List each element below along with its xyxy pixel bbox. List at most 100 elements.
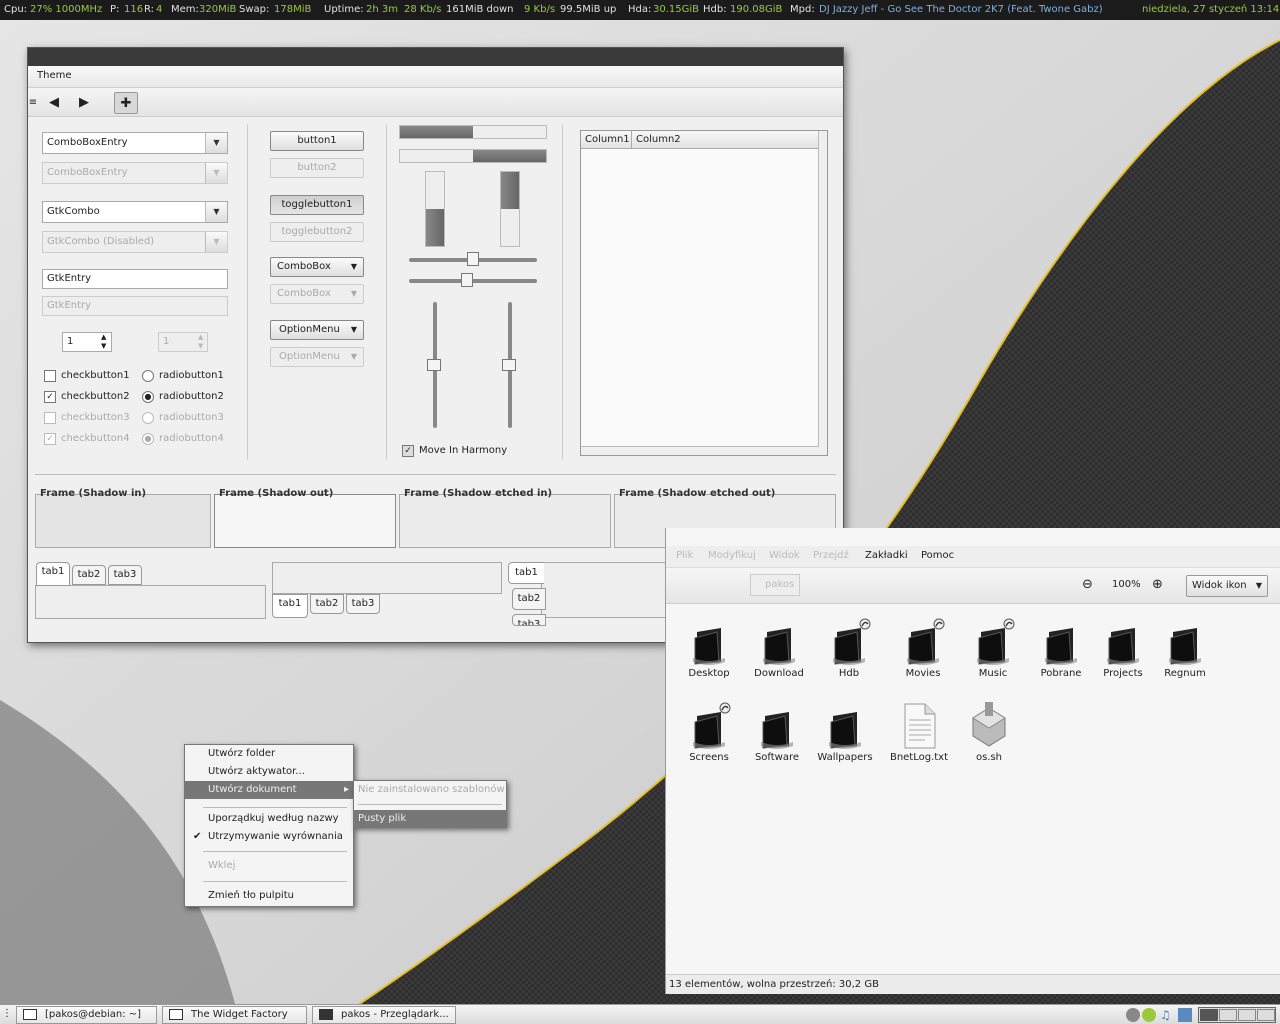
treeview[interactable]: Column1 Column2 bbox=[580, 130, 828, 456]
radio-selected-icon[interactable]: ● bbox=[142, 391, 154, 403]
tab-tab3[interactable]: tab3 bbox=[346, 594, 380, 614]
menu-przejdz[interactable]: Przejdź bbox=[813, 550, 849, 561]
slider-handle[interactable] bbox=[460, 273, 473, 287]
file-item[interactable]: Software bbox=[742, 702, 812, 763]
menu-item-keep-aligned[interactable]: ✔ Utrzymywanie wyrównania bbox=[185, 828, 353, 846]
file-item[interactable]: BnetLog.txt bbox=[884, 702, 954, 763]
task-widget-factory[interactable]: The Widget Factory bbox=[162, 1006, 307, 1024]
music-icon[interactable]: ♫ bbox=[1160, 1008, 1174, 1022]
workspace-3[interactable] bbox=[1238, 1009, 1256, 1021]
tab-tab3[interactable]: tab3 bbox=[108, 565, 142, 585]
file-item[interactable]: Wallpapers bbox=[810, 702, 880, 763]
chevron-down-icon[interactable]: ▼ bbox=[351, 321, 357, 339]
slider-handle[interactable] bbox=[427, 359, 441, 371]
file-item[interactable]: Download bbox=[744, 618, 814, 679]
move-in-harmony-check[interactable]: ✓ Move In Harmony bbox=[402, 444, 507, 458]
file-item[interactable]: Hdb bbox=[814, 618, 884, 679]
hscale-1[interactable] bbox=[409, 252, 537, 266]
volume-icon[interactable] bbox=[1178, 1008, 1192, 1022]
radiobutton2[interactable]: ● radiobutton2 bbox=[142, 390, 224, 404]
task-file-browser[interactable]: pakos - Przeglądark... bbox=[312, 1006, 456, 1024]
tab-tab2[interactable]: tab2 bbox=[310, 594, 344, 614]
back-icon[interactable]: ◀ bbox=[42, 92, 66, 114]
chevron-down-icon[interactable]: ▼ bbox=[351, 258, 357, 276]
optionmenu-text[interactable]: OptionMenu bbox=[279, 324, 340, 335]
checkbutton2[interactable]: ✓ checkbutton2 bbox=[44, 390, 130, 404]
file-item[interactable]: Screens bbox=[674, 702, 744, 763]
gtkcombo-text[interactable]: GtkCombo bbox=[47, 206, 100, 217]
slider-handle[interactable] bbox=[502, 359, 516, 371]
checkbox-checked-icon[interactable]: ✓ bbox=[402, 445, 414, 457]
comboboxentry-text[interactable]: ComboBoxEntry bbox=[47, 137, 128, 148]
file-item[interactable]: os.sh bbox=[954, 702, 1024, 763]
workspace-pager[interactable] bbox=[1198, 1007, 1276, 1023]
update-icon[interactable] bbox=[1142, 1008, 1156, 1022]
combobox-text[interactable]: ComboBox bbox=[277, 261, 331, 272]
gtkentry[interactable]: GtkEntry bbox=[42, 269, 228, 289]
vscale-2[interactable] bbox=[502, 302, 516, 428]
togglebutton1[interactable]: togglebutton1 bbox=[270, 195, 364, 215]
menu-item-create-document[interactable]: Utwórz dokument ▸ bbox=[185, 781, 353, 799]
handle-icon[interactable]: ≡ bbox=[28, 92, 38, 114]
menu-theme[interactable]: Theme bbox=[37, 70, 72, 81]
window-titlebar[interactable] bbox=[28, 48, 843, 66]
chevron-down-icon[interactable]: ▼ bbox=[205, 202, 227, 222]
zoom-out-icon[interactable]: ⊖ bbox=[1082, 577, 1093, 592]
text-file-icon bbox=[904, 703, 936, 749]
optionmenu[interactable]: OptionMenu ▼ bbox=[270, 320, 364, 340]
workspace-4[interactable] bbox=[1257, 1009, 1275, 1021]
zoom-in-icon[interactable]: ⊕ bbox=[1152, 577, 1163, 592]
add-icon[interactable]: ✚ bbox=[114, 92, 138, 114]
radiobutton1[interactable]: radiobutton1 bbox=[142, 369, 224, 383]
gtkcombo[interactable]: GtkCombo ▼ bbox=[42, 201, 228, 223]
tab-tab1[interactable]: tab1 bbox=[272, 594, 308, 618]
forward-icon[interactable]: ▶ bbox=[72, 92, 96, 114]
workspace-1[interactable] bbox=[1200, 1009, 1218, 1021]
button1[interactable]: button1 bbox=[270, 131, 364, 151]
file-item[interactable]: Desktop bbox=[674, 618, 744, 679]
file-item[interactable]: Movies bbox=[888, 618, 958, 679]
location-button[interactable]: pakos bbox=[750, 574, 800, 596]
file-item[interactable]: Regnum bbox=[1150, 618, 1220, 679]
file-item[interactable]: Pobrane bbox=[1026, 618, 1096, 679]
menu-item-create-folder[interactable]: Utwórz folder bbox=[185, 745, 353, 763]
view-mode-select[interactable]: Widok ikon ▼ bbox=[1186, 575, 1268, 597]
combobox[interactable]: ComboBox ▼ bbox=[270, 257, 364, 277]
hscale-2[interactable] bbox=[409, 273, 537, 287]
vertical-scrollbar[interactable] bbox=[818, 131, 827, 455]
menu-item-empty-file[interactable]: Pusty plik bbox=[354, 810, 506, 828]
menu-item-arrange-by-name[interactable]: Uporządkuj według nazwy bbox=[185, 810, 353, 828]
menu-modyfikuj[interactable]: Modyfikuj bbox=[708, 550, 756, 561]
chevron-down-icon[interactable]: ▼ bbox=[1256, 576, 1262, 596]
column-header-2[interactable]: Column2 bbox=[636, 134, 681, 145]
tab-tab1[interactable]: tab1 bbox=[36, 562, 70, 586]
menu-pomoc[interactable]: Pomoc bbox=[921, 550, 954, 561]
menu-item-create-launcher[interactable]: Utwórz aktywator... bbox=[185, 763, 353, 781]
checkbutton1[interactable]: checkbutton1 bbox=[44, 369, 130, 383]
tab-tab3[interactable]: tab3 bbox=[512, 614, 546, 626]
file-item[interactable]: Music bbox=[958, 618, 1028, 679]
comboboxentry[interactable]: ComboBoxEntry ▼ bbox=[42, 132, 228, 154]
menu-item-change-wallpaper[interactable]: Zmień tło pulpitu bbox=[185, 887, 353, 905]
menu-widok[interactable]: Widok bbox=[769, 550, 800, 561]
slider-handle[interactable] bbox=[467, 252, 479, 266]
view-mode-text[interactable]: Widok ikon bbox=[1192, 580, 1247, 591]
checkbox-checked-icon[interactable]: ✓ bbox=[44, 391, 56, 403]
workspace-2[interactable] bbox=[1219, 1009, 1237, 1021]
vscale-1[interactable] bbox=[427, 302, 441, 428]
menu-zakladki[interactable]: Zakładki bbox=[865, 550, 908, 561]
radio-icon[interactable] bbox=[142, 370, 154, 382]
tab-tab2[interactable]: tab2 bbox=[512, 588, 546, 610]
network-icon[interactable] bbox=[1126, 1008, 1140, 1022]
horizontal-scrollbar[interactable] bbox=[581, 446, 819, 455]
menu-plik[interactable]: Plik bbox=[676, 550, 693, 561]
spin-arrows-icon[interactable]: ▲ ▼ bbox=[101, 333, 106, 351]
checkbox-icon[interactable] bbox=[44, 370, 56, 382]
chevron-down-icon[interactable]: ▼ bbox=[205, 133, 227, 153]
column-header-1[interactable]: Column1 bbox=[585, 134, 630, 145]
taskbar-handle-icon[interactable]: ⋮ bbox=[2, 1008, 12, 1019]
task-terminal[interactable]: [pakos@debian: ~] bbox=[16, 1006, 157, 1024]
file-item[interactable]: Projects bbox=[1088, 618, 1158, 679]
tab-tab1[interactable]: tab1 bbox=[508, 562, 544, 584]
tab-tab2[interactable]: tab2 bbox=[72, 565, 106, 585]
